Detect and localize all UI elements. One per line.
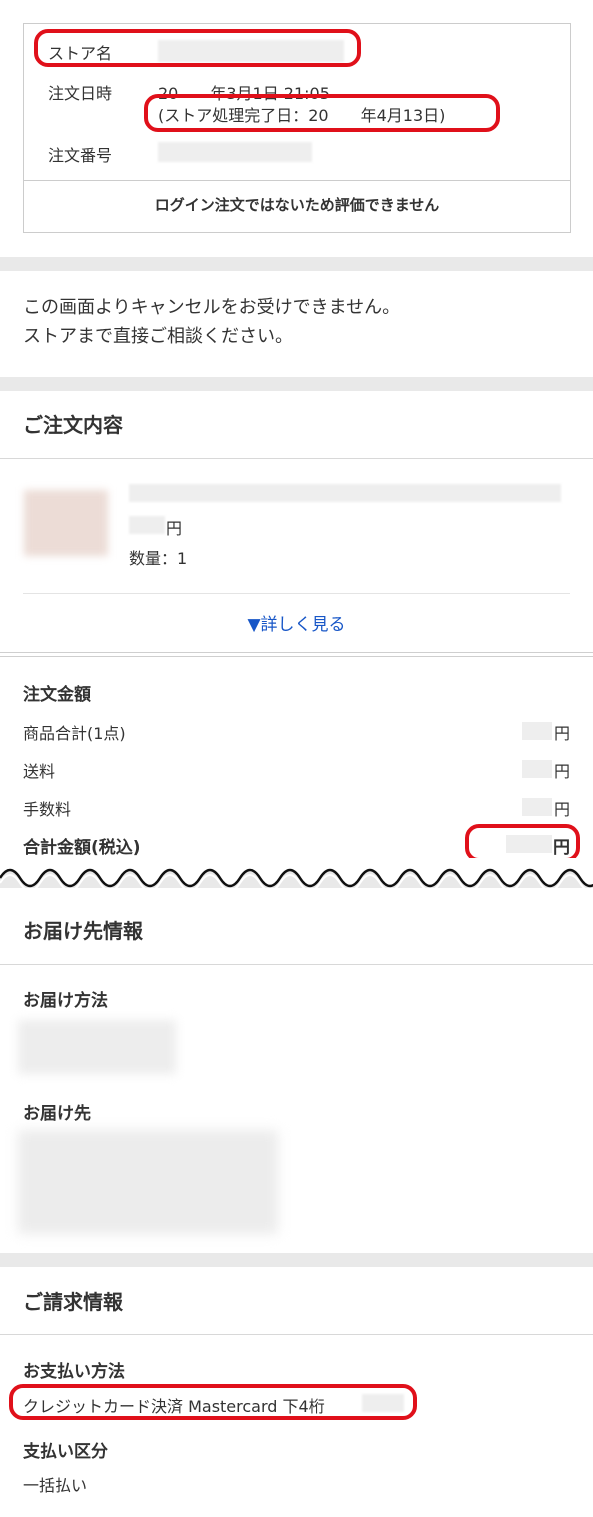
highlight-store-name	[34, 29, 361, 67]
product-thumbnail[interactable]	[24, 490, 108, 556]
divider	[0, 458, 593, 459]
rating-note: ログイン注文ではないため評価できません	[154, 196, 440, 214]
fee-redacted	[522, 798, 552, 816]
order-amount-title: 注文金額	[23, 685, 91, 705]
order-contents-title: ご注文内容	[23, 413, 123, 437]
subtotal-row: 商品合計(1点) 円	[23, 720, 570, 743]
cancel-notice-line1: この画面よりキャンセルをお受けできません。	[23, 297, 401, 318]
section-separator	[0, 1253, 593, 1267]
subtotal-redacted	[522, 722, 552, 740]
order-date-label: 注文日時	[48, 84, 113, 103]
fee-value: 円	[553, 800, 570, 819]
cancel-notice: この画面よりキャンセルをお受けできません。 ストアまで直接ご相談ください。	[23, 293, 400, 351]
divider	[0, 1334, 593, 1335]
delivery-info-title: お届け先情報	[23, 919, 143, 943]
product-name-redacted[interactable]	[129, 484, 561, 502]
subtotal-value: 円	[553, 724, 570, 743]
delivery-method-redacted	[18, 1020, 176, 1074]
divider	[0, 652, 593, 653]
product-price-redacted	[129, 516, 165, 534]
highlight-complete-date	[144, 94, 500, 132]
order-number-redacted	[158, 142, 312, 162]
delivery-address-title: お届け先	[23, 1104, 91, 1124]
show-details-link[interactable]: ▼詳しく見る	[0, 610, 593, 635]
delivery-method-title: お届け方法	[23, 991, 108, 1011]
order-number-label: 注文番号	[48, 146, 113, 165]
payment-method-title: お支払い方法	[23, 1362, 125, 1382]
section-separator	[0, 377, 593, 391]
section-separator	[0, 257, 593, 271]
payment-type-value: 一括払い	[23, 1476, 88, 1495]
shipping-label: 送料	[23, 762, 56, 781]
subtotal-label: 商品合計(1点)	[23, 724, 126, 743]
shipping-redacted	[522, 760, 552, 778]
total-label: 合計金額(税込)	[23, 838, 141, 858]
delivery-address-redacted	[18, 1130, 278, 1234]
shipping-row: 送料 円	[23, 758, 570, 781]
billing-info-title: ご請求情報	[23, 1290, 123, 1314]
product-price-yen: 円	[166, 519, 183, 538]
divider	[0, 656, 593, 657]
divider	[23, 593, 570, 594]
payment-type-title: 支払い区分	[23, 1442, 108, 1462]
highlight-total	[465, 824, 580, 862]
product-quantity: 数量：1	[129, 549, 188, 568]
torn-edge	[0, 858, 593, 888]
divider	[0, 964, 593, 965]
cancel-notice-line2: ストアまで直接ご相談ください。	[23, 326, 293, 347]
fee-label: 手数料	[23, 800, 72, 819]
box-divider	[24, 180, 570, 181]
fee-row: 手数料 円	[23, 796, 570, 819]
highlight-payment-method	[9, 1384, 417, 1420]
shipping-value: 円	[553, 762, 570, 781]
